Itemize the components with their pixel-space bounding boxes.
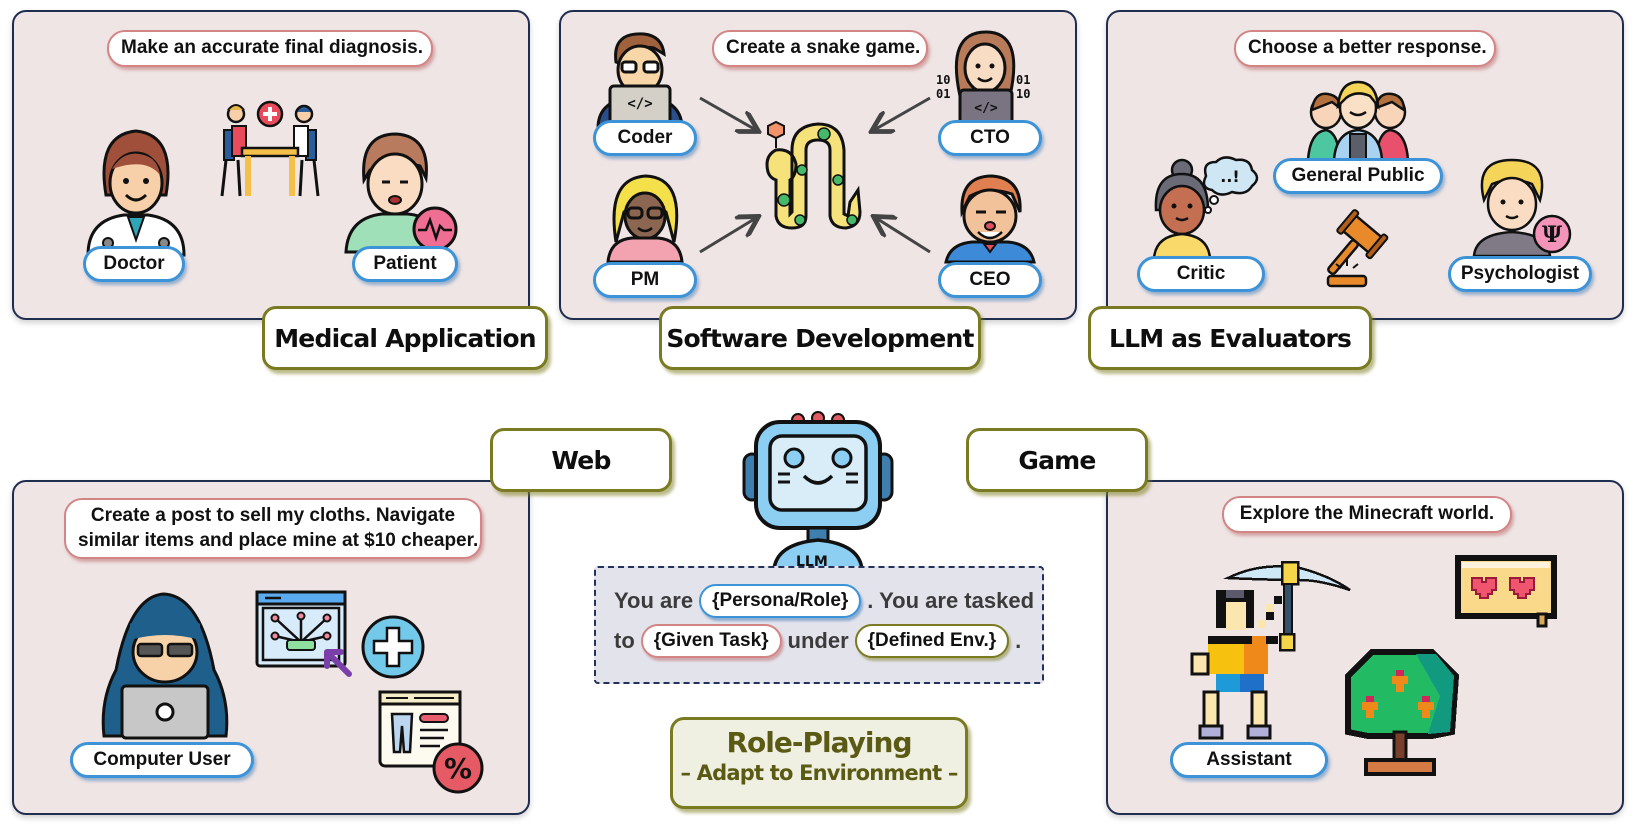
consultation-table-icon [218, 96, 322, 205]
pm-icon [602, 172, 688, 267]
given-task-slot: {Given Task} [640, 624, 782, 658]
psi-symbol: Ψ [1542, 222, 1562, 248]
software-task-bubble: Create a snake game. [712, 30, 928, 67]
category-game: Game [966, 428, 1148, 492]
coder-icon: </> [592, 28, 688, 133]
plus-circle-icon [360, 614, 426, 685]
category-web: Web [490, 428, 672, 492]
prompt-text: . You are tasked [867, 588, 1035, 613]
role-playing-title: Role-Playing [726, 726, 913, 759]
game-task-bubble: Explore the Minecraft world. [1222, 496, 1512, 533]
critic-thought-text: ..! [1220, 167, 1239, 186]
web-task-line-2: similar items and place mine at $10 chea… [78, 529, 479, 551]
role-coder: Coder [593, 120, 697, 156]
gavel-icon [1320, 209, 1400, 295]
robot-llm-icon: LLM [738, 410, 898, 575]
prompt-text: You are [614, 588, 694, 613]
role-pm: PM [593, 262, 697, 298]
category-medical-application: Medical Application [262, 306, 548, 370]
category-llm-as-evaluators: LLM as Evaluators [1088, 306, 1372, 370]
prompt-text: . [1015, 628, 1022, 653]
pixel-hearts-bubble-icon [1454, 552, 1558, 637]
role-patient: Patient [352, 246, 458, 282]
shopping-discount-icon: % [378, 690, 484, 799]
group-icon [1306, 78, 1410, 165]
role-doctor: Doctor [83, 246, 185, 282]
doctor-icon [84, 125, 188, 260]
persona-role-slot: {Persona/Role} [699, 584, 862, 618]
category-software-development: Software Development [659, 306, 981, 370]
svg-text:</>: </> [627, 96, 652, 112]
defined-env-slot: {Defined Env.} [854, 624, 1010, 658]
role-general-public: General Public [1273, 158, 1443, 194]
role-ceo: CEO [938, 262, 1042, 298]
pixel-tree-icon [1332, 636, 1468, 787]
svg-text:01: 01 [1016, 73, 1030, 87]
medical-task-bubble: Make an accurate final diagnosis. [107, 30, 433, 67]
role-playing-box: Role-Playing – Adapt to Environment – [670, 717, 968, 809]
prompt-text: under [787, 628, 849, 653]
role-psychologist: Psychologist [1448, 256, 1592, 292]
prompt-template-box: You are {Persona/Role} . You are tasked … [594, 566, 1044, 684]
prompt-text: to [614, 628, 635, 653]
role-critic: Critic [1137, 256, 1265, 292]
prompt-line-1: You are {Persona/Role} . You are tasked [614, 584, 1034, 618]
evaluators-task-bubble: Choose a better response. [1234, 30, 1496, 67]
critic-icon: ..! [1148, 154, 1264, 263]
arrow-icon [690, 90, 1040, 265]
web-task-line-1: Create a post to sell my cloths. Navigat… [90, 505, 456, 526]
role-playing-subtitle: – Adapt to Environment – [680, 761, 958, 785]
psychologist-icon: Ψ [1468, 156, 1578, 261]
web-task-bubble: Create a post to sell my cloths. Navigat… [64, 498, 482, 560]
hacker-laptop-icon [90, 590, 240, 745]
prompt-line-2: to {Given Task} under {Defined Env.} . [614, 624, 1021, 658]
role-assistant: Assistant [1170, 742, 1328, 778]
browser-network-icon [255, 590, 355, 685]
svg-text:10: 10 [936, 73, 950, 87]
percent-symbol: % [444, 752, 472, 785]
role-computer-user: Computer User [70, 742, 254, 778]
